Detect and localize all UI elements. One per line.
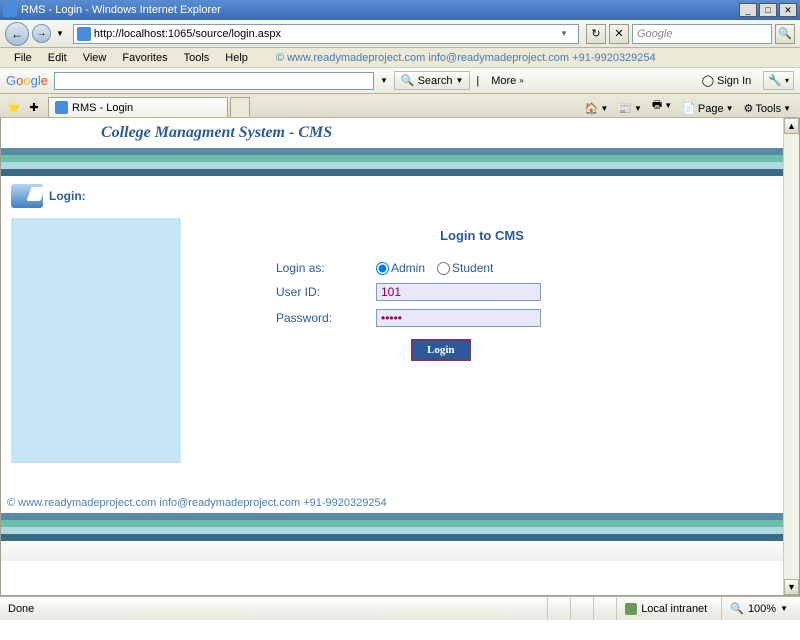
watermark-bottom: © www.readymadeproject.com info@readymad… (1, 493, 783, 513)
window-titlebar: RMS - Login - Windows Internet Explorer … (0, 0, 800, 20)
app-title: College Managment System - CMS (1, 118, 783, 148)
role-admin-radio[interactable]: Admin (376, 261, 425, 275)
login-heading: Login: (11, 184, 783, 208)
tools-menu-label: Tools (755, 103, 781, 115)
stripe (1, 148, 783, 155)
tab-title: RMS - Login (72, 102, 133, 114)
google-more-button[interactable]: More » (485, 73, 530, 89)
google-toolbar: Google ▼ 🔍Search▼ | More » ◯ Sign In 🔧▾ (0, 68, 800, 94)
google-logo[interactable]: Google (6, 73, 48, 89)
url-dropdown[interactable]: ▼ (560, 29, 575, 38)
page-menu-label: Page (698, 103, 724, 115)
zone-label: Local intranet (641, 603, 707, 615)
search-go-button[interactable]: 🔍 (775, 24, 795, 44)
menu-edit[interactable]: Edit (40, 50, 75, 66)
role-student-label: Student (452, 261, 493, 275)
password-label: Password: (276, 311, 376, 325)
login-button[interactable]: Login (411, 339, 471, 361)
home-button[interactable]: 🏠▼ (580, 100, 614, 117)
password-input[interactable] (376, 309, 541, 327)
zoom-control[interactable]: 🔍100% ▼ (721, 597, 796, 620)
stripe (1, 527, 783, 534)
menu-bar: File Edit View Favorites Tools Help © ww… (0, 48, 800, 68)
google-search-dropdown[interactable]: ▼ (380, 76, 388, 85)
nav-history-dropdown[interactable]: ▼ (54, 29, 66, 38)
status-text: Done (4, 603, 541, 615)
security-zone[interactable]: Local intranet (616, 597, 715, 620)
app-banner: College Managment System - CMS (1, 118, 783, 148)
google-more-label: More (491, 75, 516, 87)
login-label: Login: (49, 189, 86, 203)
menu-help[interactable]: Help (217, 50, 256, 66)
favorites-star-icon[interactable]: ⭐ (4, 97, 24, 117)
add-favorites-icon[interactable]: ✚ (24, 97, 44, 117)
role-student-radio[interactable]: Student (437, 261, 493, 275)
status-cell (570, 597, 587, 620)
forward-button[interactable]: → (32, 24, 51, 43)
login-icon (11, 184, 43, 208)
page-icon (77, 27, 91, 41)
menu-favorites[interactable]: Favorites (114, 50, 175, 66)
zoom-label: 100% (748, 603, 776, 615)
page-menu-button[interactable]: 📄Page▼ (677, 100, 738, 117)
menu-file[interactable]: File (6, 50, 40, 66)
feeds-button[interactable]: 📰▼ (613, 100, 647, 117)
maximize-button[interactable]: □ (759, 3, 777, 17)
stripe (1, 520, 783, 527)
stripe (1, 155, 783, 162)
scroll-up-button[interactable]: ▲ (784, 118, 799, 134)
stripe (1, 169, 783, 176)
tab-bar: ⭐ ✚ RMS - Login 🏠▼ 📰▼ 🖶▼ 📄Page▼ ⚙Tools▼ (0, 94, 800, 118)
userid-label: User ID: (276, 285, 376, 299)
status-cell (547, 597, 564, 620)
status-cell (593, 597, 610, 620)
google-separator: | (476, 75, 479, 87)
watermark-top: © www.readymadeproject.com info@readymad… (256, 52, 794, 64)
stripe (1, 534, 783, 541)
close-button[interactable]: ✕ (779, 3, 797, 17)
address-bar[interactable]: ▼ (73, 24, 579, 44)
stripe (1, 513, 783, 520)
stripe (1, 162, 783, 169)
left-sidebar (11, 218, 181, 463)
minimize-button[interactable]: _ (739, 3, 757, 17)
new-tab-button[interactable] (230, 97, 250, 117)
google-search-input[interactable] (54, 72, 374, 90)
menu-tools[interactable]: Tools (176, 50, 218, 66)
login-form: Login to CMS Login as: Admin Student Use… (181, 218, 783, 463)
vertical-scrollbar[interactable]: ▲ ▼ (783, 118, 799, 595)
browser-tab[interactable]: RMS - Login (48, 97, 228, 117)
zone-icon (625, 603, 637, 615)
role-admin-label: Admin (391, 261, 425, 275)
google-signin-label: Sign In (717, 75, 751, 87)
userid-input[interactable] (376, 283, 541, 301)
refresh-button[interactable]: ↻ (586, 24, 606, 44)
google-search-label: Search (418, 75, 453, 87)
google-search-button[interactable]: 🔍Search▼ (394, 71, 470, 90)
tools-menu-button[interactable]: ⚙Tools▼ (739, 100, 796, 117)
window-title: RMS - Login - Windows Internet Explorer (21, 4, 739, 16)
ie-icon (3, 3, 17, 17)
content-area: College Managment System - CMS Login: Lo… (0, 118, 800, 596)
menu-view[interactable]: View (75, 50, 115, 66)
print-button[interactable]: 🖶▼ (647, 94, 677, 117)
google-settings-button[interactable]: 🔧▾ (763, 71, 794, 90)
url-input[interactable] (94, 28, 560, 40)
nav-toolbar: ← → ▼ ▼ ↻ ✕ Google 🔍 (0, 20, 800, 48)
scroll-down-button[interactable]: ▼ (784, 579, 799, 595)
stop-button[interactable]: ✕ (609, 24, 629, 44)
google-signin-button[interactable]: ◯ Sign In (696, 72, 758, 89)
tab-page-icon (55, 101, 68, 114)
back-button[interactable]: ← (5, 22, 29, 46)
login-as-label: Login as: (276, 261, 376, 275)
search-provider-box[interactable]: Google (632, 24, 772, 44)
form-title: Login to CMS (181, 228, 783, 243)
status-bar: Done Local intranet 🔍100% ▼ (0, 596, 800, 620)
